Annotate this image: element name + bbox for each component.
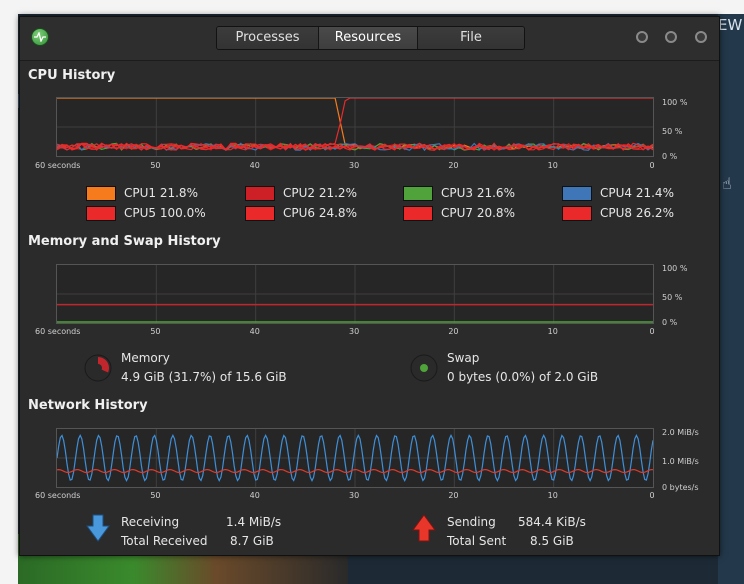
memory-y-tick-50: 50 %: [662, 293, 683, 302]
network-x-tick: 20: [448, 491, 459, 500]
cpu-color-swatch[interactable]: [403, 185, 433, 201]
minimize-button[interactable]: [636, 31, 648, 43]
tab-resources[interactable]: Resources: [319, 27, 418, 49]
thumbs-up-icon: ☝: [722, 174, 732, 193]
memory-pie-hole: [94, 364, 102, 372]
memory-history-title: Memory and Swap History: [28, 234, 221, 249]
system-monitor-window: Processes Resources File Systems CPU His…: [19, 16, 720, 556]
swap-label: Swap: [447, 351, 480, 365]
cpu-x-tick: 30: [349, 161, 360, 170]
cpu-color-swatch[interactable]: [245, 185, 275, 201]
close-button[interactable]: [695, 31, 707, 43]
swap-value: 0 bytes (0.0%) of 2.0 GiB: [447, 370, 599, 384]
cpu-x-tick: 50: [150, 161, 161, 170]
memory-history-graph: [56, 264, 654, 324]
cpu-legend-label: CPU1 21.8%: [124, 186, 198, 200]
cpu-legend-item[interactable]: CPU3 21.6%: [403, 185, 515, 201]
memory-label: Memory: [121, 351, 170, 365]
receiving-label: Receiving: [121, 515, 180, 529]
network-y-tick-mid: 1.0 MiB/s: [662, 457, 699, 466]
cpu-legend-item[interactable]: CPU7 20.8%: [403, 205, 515, 221]
network-y-tick-zero: 0 bytes/s: [662, 483, 699, 492]
memory-x-tick: 40: [249, 327, 260, 336]
cpu-history-plot: [57, 98, 653, 156]
cpu-x-tick: 0: [649, 161, 655, 170]
network-x-tick: 0: [649, 491, 655, 500]
cpu-color-swatch[interactable]: [86, 205, 116, 221]
swap-pie-icon[interactable]: [410, 354, 438, 382]
cpu-color-swatch[interactable]: [562, 205, 592, 221]
sending-label: Sending: [447, 515, 496, 529]
memory-pie-icon[interactable]: [84, 354, 112, 382]
total-sent-label: Total Sent: [447, 534, 507, 548]
cpu-legend-item[interactable]: CPU2 21.2%: [245, 185, 357, 201]
network-x-tick: 10: [547, 491, 558, 500]
cpu-history-title: CPU History: [28, 68, 116, 83]
cpu-x-tick: 20: [448, 161, 459, 170]
cpu-legend-item[interactable]: CPU5 100.0%: [86, 205, 206, 221]
cpu-legend-label: CPU4 21.4%: [600, 186, 674, 200]
download-arrow-icon[interactable]: [86, 514, 110, 542]
cpu-legend-label: CPU3 21.6%: [441, 186, 515, 200]
total-received-label: Total Received: [121, 534, 208, 548]
cpu-legend-item[interactable]: CPU6 24.8%: [245, 205, 357, 221]
cpu-legend-label: CPU5 100.0%: [124, 206, 206, 220]
cpu-color-swatch[interactable]: [245, 205, 275, 221]
system-monitor-app-icon[interactable]: [31, 28, 49, 46]
cpu-y-tick-50: 50 %: [662, 127, 683, 136]
receiving-value: 1.4 MiB/s: [226, 515, 282, 529]
network-history-plot: [57, 429, 653, 487]
total-received-value: 8.7 GiB: [230, 534, 274, 548]
cpu-legend-label: CPU6 24.8%: [283, 206, 357, 220]
cpu-legend-item[interactable]: CPU1 21.8%: [86, 185, 198, 201]
memory-x-tick: 50: [150, 327, 161, 336]
memory-x-tick: 20: [448, 327, 459, 336]
cpu-legend-label: CPU7 20.8%: [441, 206, 515, 220]
network-history-graph: [56, 428, 654, 488]
title-bar: Processes Resources File Systems: [20, 17, 719, 61]
view-tabs: Processes Resources File Systems: [216, 26, 525, 50]
cpu-history-graph: [56, 97, 654, 157]
network-x-tick: 60 seconds: [35, 491, 81, 500]
memory-value: 4.9 GiB (31.7%) of 15.6 GiB: [121, 370, 287, 384]
total-sent-value: 8.5 GiB: [530, 534, 574, 548]
memory-history-plot: [57, 265, 653, 323]
network-x-tick: 50: [150, 491, 161, 500]
cpu-color-swatch[interactable]: [562, 185, 592, 201]
cpu-x-tick: 10: [547, 161, 558, 170]
desktop-panel-edge: [718, 14, 744, 584]
network-history-title: Network History: [28, 398, 148, 413]
tab-file-systems[interactable]: File Systems: [418, 27, 524, 49]
cpu-color-swatch[interactable]: [403, 205, 433, 221]
maximize-button[interactable]: [665, 31, 677, 43]
memory-y-tick-0: 0 %: [662, 318, 678, 327]
memory-x-tick: 60 seconds: [35, 327, 81, 336]
network-y-tick-max: 2.0 MiB/s: [662, 428, 699, 437]
network-x-tick: 40: [249, 491, 260, 500]
cpu-x-tick: 40: [249, 161, 260, 170]
cpu-legend-item[interactable]: CPU8 26.2%: [562, 205, 674, 221]
memory-x-tick: 30: [349, 327, 360, 336]
cpu-color-swatch[interactable]: [86, 185, 116, 201]
cpu-y-tick-0: 0 %: [662, 152, 678, 161]
cpu-legend-label: CPU8 26.2%: [600, 206, 674, 220]
background-window-text: EW: [718, 16, 743, 34]
memory-y-tick-100: 100 %: [662, 264, 688, 273]
cpu-y-tick-100: 100 %: [662, 98, 688, 107]
cpu-legend-label: CPU2 21.2%: [283, 186, 357, 200]
network-x-tick: 30: [349, 491, 360, 500]
sending-value: 584.4 KiB/s: [518, 515, 586, 529]
tab-processes[interactable]: Processes: [217, 27, 319, 49]
cpu-x-tick: 60 seconds: [35, 161, 81, 170]
cpu-legend-item[interactable]: CPU4 21.4%: [562, 185, 674, 201]
swap-pie-dot: [420, 364, 428, 372]
upload-arrow-icon[interactable]: [412, 514, 436, 542]
memory-x-tick: 0: [649, 327, 655, 336]
memory-x-tick: 10: [547, 327, 558, 336]
